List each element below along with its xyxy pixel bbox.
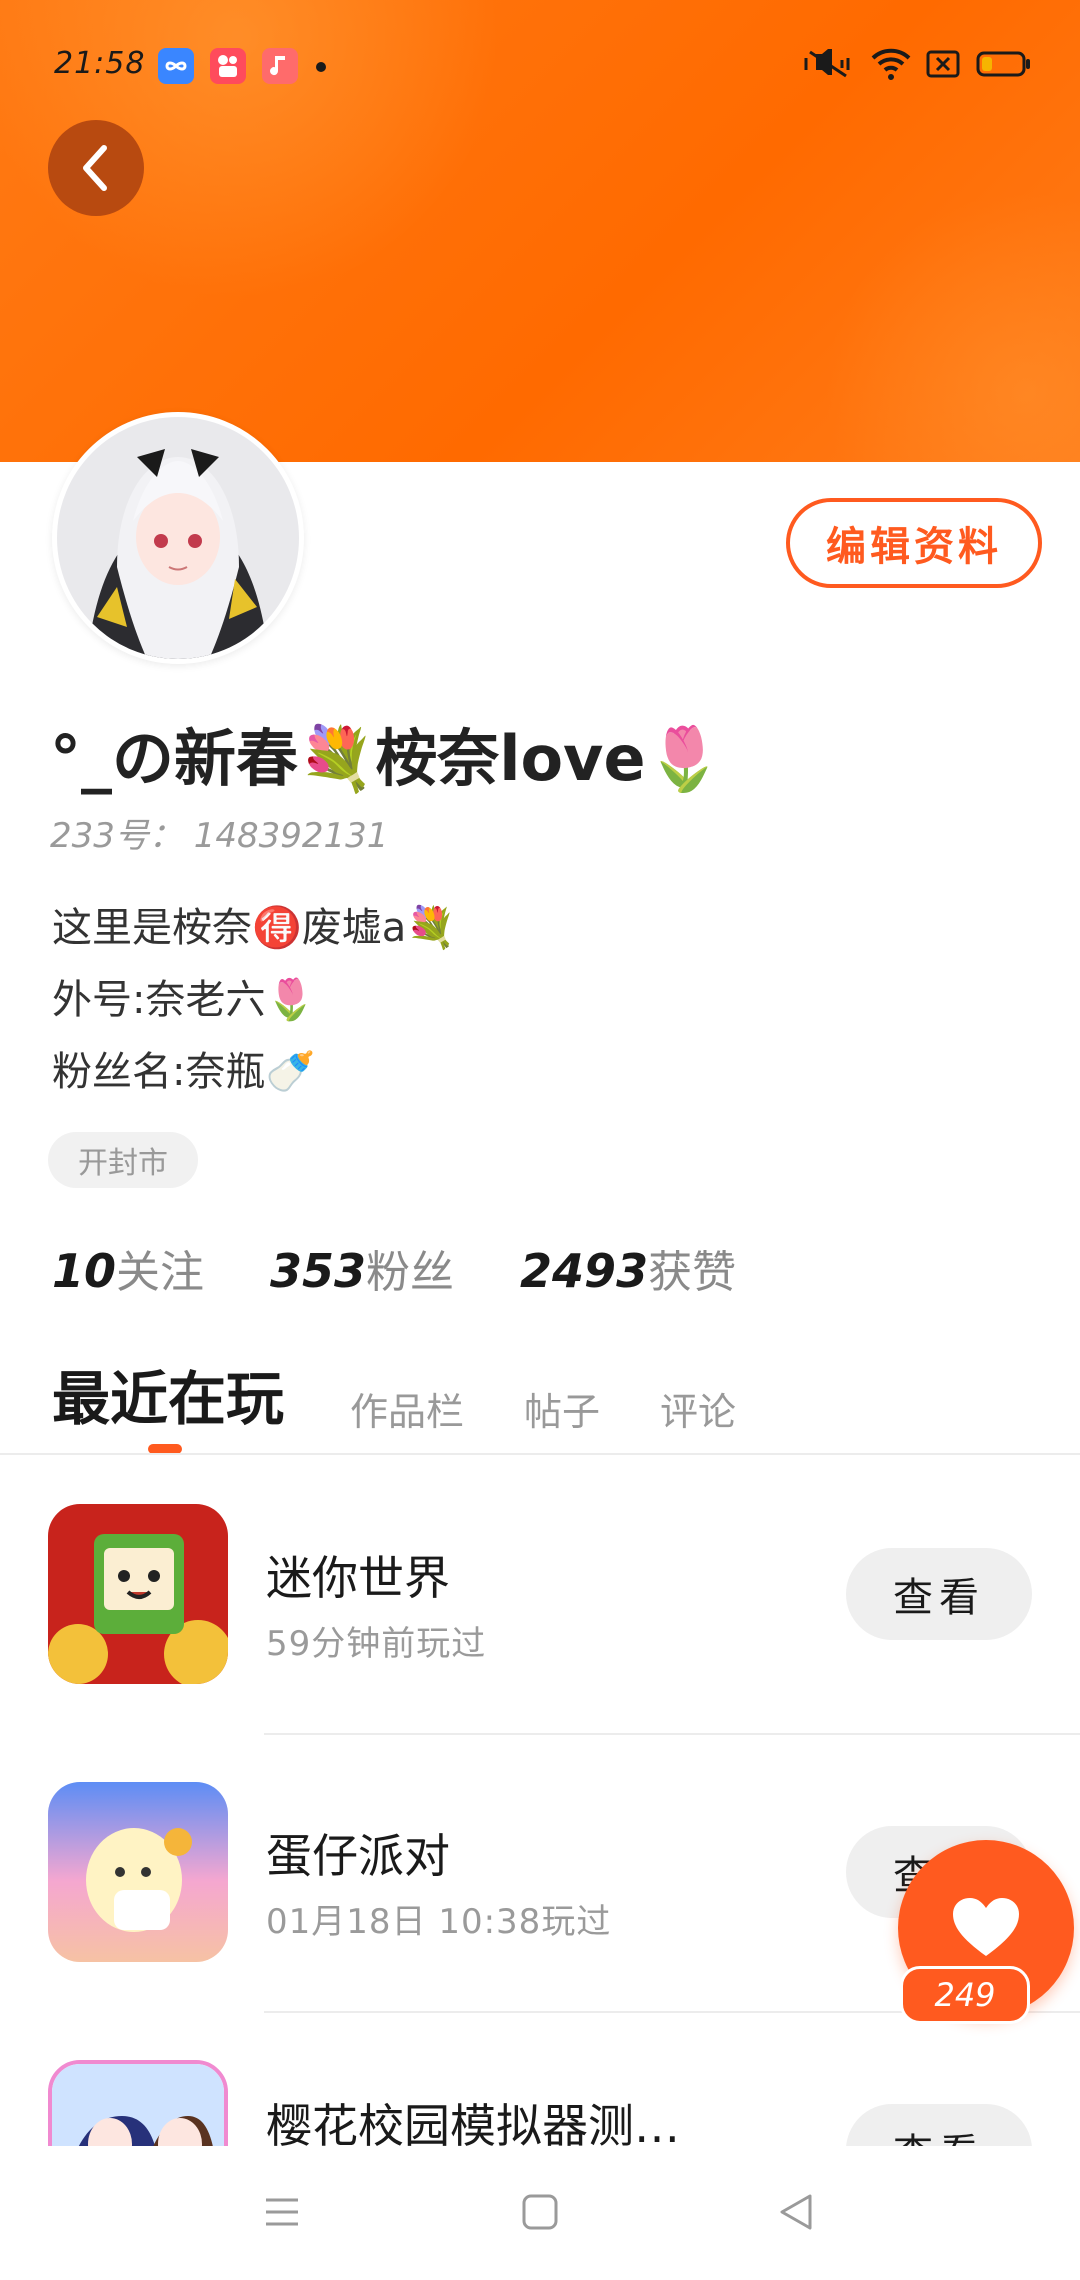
stat-number: 10 — [52, 1244, 117, 1298]
system-nav-bar — [0, 2146, 1080, 2280]
menu-icon[interactable] — [262, 2192, 302, 2232]
bio-line: 这里是桉奈🉐废墟a💐 — [52, 905, 457, 951]
stat-likes[interactable]: 2493获赞 — [520, 1236, 736, 1300]
stat-label: 获赞 — [648, 1247, 737, 1298]
back-button[interactable] — [48, 120, 144, 216]
view-button[interactable]: 查看 — [846, 2104, 1032, 2146]
location-tag: 开封市 — [48, 1132, 198, 1188]
bio-line: 粉丝名:奈瓶🍼 — [52, 1049, 316, 1095]
tab-works[interactable]: 作品栏 — [350, 1381, 464, 1436]
like-count: 249 — [900, 1966, 1030, 2024]
sakura-school-game-icon — [48, 2060, 228, 2146]
profile-stats: 10关注 353粉丝 2493获赞 — [52, 1236, 736, 1300]
stat-label: 关注 — [116, 1247, 205, 1298]
stat-number: 353 — [270, 1244, 367, 1298]
list-item[interactable]: 迷你世界 59分钟前玩过 查看 — [0, 1504, 1080, 1684]
list-item[interactable]: 樱花校园模拟器测… 查看 — [0, 2060, 1080, 2146]
list-clip: 樱花校园模拟器测… 查看 — [0, 2060, 1080, 2146]
back-icon[interactable] — [776, 2192, 816, 2232]
mute-icon — [804, 49, 850, 78]
eggy-party-game-icon — [48, 1782, 228, 1962]
edit-profile-button[interactable]: 编辑资料 — [786, 498, 1042, 588]
tab-recently-played[interactable]: 最近在玩 — [52, 1352, 284, 1436]
sim-icon — [926, 50, 960, 78]
chevron-left-icon — [83, 145, 107, 191]
stat-number: 2493 — [520, 1244, 649, 1298]
mini-world-game-icon — [48, 1504, 228, 1684]
avatar-image — [57, 417, 299, 659]
music-app-icon — [262, 48, 298, 84]
kuaishou-app-icon — [210, 48, 246, 84]
battery-icon — [976, 51, 1030, 77]
stat-followers[interactable]: 353粉丝 — [270, 1236, 454, 1300]
bio: 这里是桉奈🉐废墟a💐 外号:奈老六🌷 粉丝名:奈瓶🍼 — [52, 892, 456, 1108]
home-icon[interactable] — [520, 2192, 560, 2232]
game-played-time: 01月18日 10:38玩过 — [266, 1902, 612, 1942]
user-id: 233号： 148392131 — [50, 816, 389, 856]
view-button[interactable]: 查看 — [846, 1548, 1032, 1640]
wifi-icon — [871, 48, 911, 80]
tab-comments[interactable]: 评论 — [660, 1381, 736, 1436]
notification-dot — [316, 62, 326, 72]
status-time: 21:58 — [54, 46, 146, 81]
bio-line: 外号:奈老六🌷 — [52, 977, 316, 1023]
status-bar: 21:58 — [0, 40, 1080, 90]
heart-icon — [953, 1898, 1019, 1956]
profile-tabs: 最近在玩 作品栏 帖子 评论 — [52, 1352, 736, 1436]
avatar[interactable] — [52, 412, 304, 664]
nickname: °_の新春💐桉奈love🌷 — [50, 722, 723, 795]
game-name: 蛋仔派对 — [266, 1829, 450, 1883]
stat-following[interactable]: 10关注 — [52, 1236, 204, 1300]
tabs-divider — [0, 1453, 1080, 1455]
game-played-time: 59分钟前玩过 — [266, 1624, 487, 1664]
infinity-app-icon — [158, 48, 194, 84]
game-name: 樱花校园模拟器测… — [266, 2099, 680, 2146]
stat-label: 粉丝 — [366, 1247, 455, 1298]
game-name: 迷你世界 — [266, 1551, 450, 1605]
list-divider — [264, 1733, 1080, 1735]
tab-posts[interactable]: 帖子 — [524, 1381, 600, 1436]
